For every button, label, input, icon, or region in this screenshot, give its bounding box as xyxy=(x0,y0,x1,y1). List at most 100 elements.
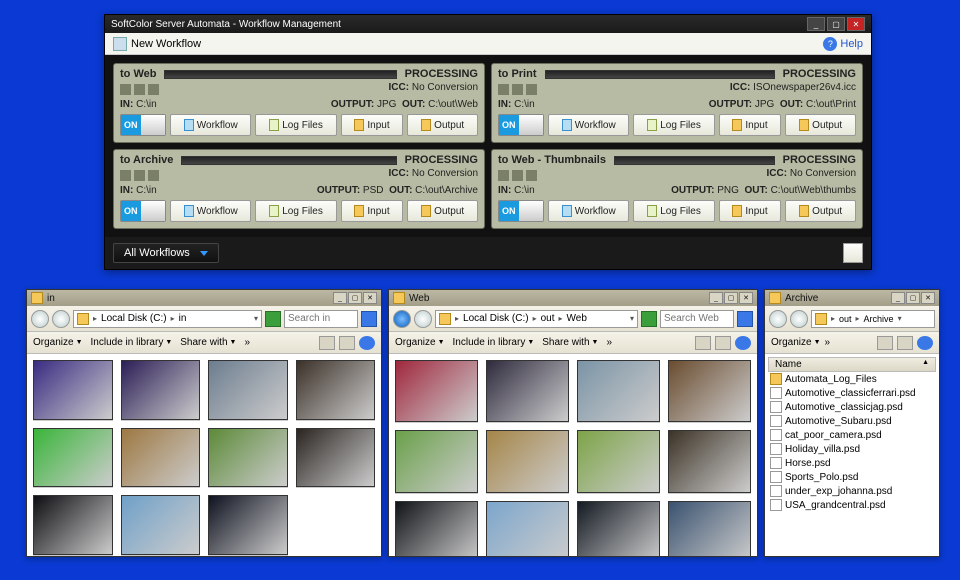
thumbnail[interactable] xyxy=(33,360,113,420)
back-button[interactable] xyxy=(31,310,49,328)
input-button[interactable]: Input xyxy=(719,114,782,136)
settings-button[interactable] xyxy=(843,243,863,263)
input-button[interactable]: Input xyxy=(341,200,404,222)
tool-icon[interactable] xyxy=(526,84,537,95)
back-button[interactable] xyxy=(393,310,411,328)
file-item[interactable]: cat_poor_camera.psd xyxy=(768,428,936,442)
thumbnail[interactable] xyxy=(33,495,113,555)
share-with-menu[interactable]: Share with▼ xyxy=(542,337,598,348)
explorer-titlebar[interactable]: in _ ▢ ✕ xyxy=(27,290,381,306)
more-menu[interactable]: » xyxy=(606,337,612,348)
more-menu[interactable]: » xyxy=(244,337,250,348)
new-workflow-button[interactable]: New Workflow xyxy=(131,38,201,50)
log-files-button[interactable]: Log Files xyxy=(255,200,336,222)
include-library-menu[interactable]: Include in library▼ xyxy=(91,337,173,348)
help-icon[interactable] xyxy=(917,336,933,350)
forward-button[interactable] xyxy=(414,310,432,328)
thumbnail[interactable] xyxy=(33,428,113,488)
refresh-button[interactable] xyxy=(641,311,657,327)
log-files-button[interactable]: Log Files xyxy=(633,200,714,222)
thumbnail[interactable] xyxy=(208,495,288,555)
help-icon[interactable] xyxy=(735,336,751,350)
titlebar[interactable]: SoftColor Server Automata - Workflow Man… xyxy=(105,15,871,33)
maximize-button[interactable]: ▢ xyxy=(906,292,920,304)
tool-icon[interactable] xyxy=(134,170,145,181)
file-area[interactable] xyxy=(27,354,381,556)
view-button[interactable] xyxy=(877,336,893,350)
thumbnail[interactable] xyxy=(486,430,569,492)
file-item[interactable]: under_exp_johanna.psd xyxy=(768,484,936,498)
more-menu[interactable]: » xyxy=(825,337,831,348)
tool-icon[interactable] xyxy=(120,170,131,181)
minimize-button[interactable]: _ xyxy=(807,17,825,31)
thumbnail[interactable] xyxy=(296,428,376,488)
thumbnail[interactable] xyxy=(486,501,569,557)
thumbnail[interactable] xyxy=(395,430,478,492)
log-files-button[interactable]: Log Files xyxy=(633,114,714,136)
tool-icon[interactable] xyxy=(512,170,523,181)
output-button[interactable]: Output xyxy=(407,114,478,136)
include-library-menu[interactable]: Include in library▼ xyxy=(453,337,535,348)
minimize-button[interactable]: _ xyxy=(709,292,723,304)
view-button[interactable] xyxy=(695,336,711,350)
search-input[interactable] xyxy=(660,310,734,328)
thumbnail[interactable] xyxy=(577,430,660,492)
back-button[interactable] xyxy=(769,310,787,328)
explorer-titlebar[interactable]: Archive _ ▢ ✕ xyxy=(765,290,939,306)
column-header[interactable]: Name▲ xyxy=(768,357,936,372)
help-icon[interactable] xyxy=(359,336,375,350)
search-input[interactable] xyxy=(284,310,358,328)
view-button[interactable] xyxy=(319,336,335,350)
thumbnail[interactable] xyxy=(296,360,376,420)
tool-icon[interactable] xyxy=(526,170,537,181)
on-off-toggle[interactable]: ON xyxy=(120,200,166,222)
output-button[interactable]: Output xyxy=(785,114,856,136)
file-item[interactable]: Automotive_classicjag.psd xyxy=(768,400,936,414)
thumbnail[interactable] xyxy=(208,428,288,488)
close-button[interactable]: ✕ xyxy=(739,292,753,304)
close-button[interactable]: ✕ xyxy=(847,17,865,31)
tool-icon[interactable] xyxy=(120,84,131,95)
file-item[interactable]: Horse.psd xyxy=(768,456,936,470)
address-bar[interactable]: ▸ Local Disk (C:) ▸ in ▾ xyxy=(73,310,262,328)
refresh-button[interactable] xyxy=(265,311,281,327)
folder-item[interactable]: Automata_Log_Files xyxy=(768,372,936,386)
tool-icon[interactable] xyxy=(498,84,509,95)
thumbnail[interactable] xyxy=(121,428,201,488)
file-item[interactable]: Automotive_classicferrari.psd xyxy=(768,386,936,400)
organize-menu[interactable]: Organize▼ xyxy=(33,337,83,348)
thumbnail[interactable] xyxy=(577,360,660,422)
log-files-button[interactable]: Log Files xyxy=(255,114,336,136)
preview-button[interactable] xyxy=(715,336,731,350)
preview-button[interactable] xyxy=(339,336,355,350)
close-button[interactable]: ✕ xyxy=(363,292,377,304)
tool-icon[interactable] xyxy=(148,84,159,95)
minimize-button[interactable]: _ xyxy=(891,292,905,304)
share-with-menu[interactable]: Share with▼ xyxy=(180,337,236,348)
tool-icon[interactable] xyxy=(134,84,145,95)
help-button[interactable]: ? Help xyxy=(823,37,863,51)
maximize-button[interactable]: ▢ xyxy=(827,17,845,31)
file-area[interactable]: Name▲ Automata_Log_FilesAutomotive_class… xyxy=(765,354,939,556)
tool-icon[interactable] xyxy=(498,170,509,181)
tool-icon[interactable] xyxy=(512,84,523,95)
address-bar[interactable]: ▸ Local Disk (C:) ▸ out ▸ Web ▾ xyxy=(435,310,638,328)
output-button[interactable]: Output xyxy=(785,200,856,222)
output-button[interactable]: Output xyxy=(407,200,478,222)
thumbnail[interactable] xyxy=(121,495,201,555)
all-workflows-dropdown[interactable]: All Workflows xyxy=(113,243,219,263)
maximize-button[interactable]: ▢ xyxy=(348,292,362,304)
workflow-button[interactable]: Workflow xyxy=(170,114,251,136)
file-item[interactable]: USA_grandcentral.psd xyxy=(768,498,936,512)
input-button[interactable]: Input xyxy=(341,114,404,136)
maximize-button[interactable]: ▢ xyxy=(724,292,738,304)
file-item[interactable]: Automotive_Subaru.psd xyxy=(768,414,936,428)
thumbnail[interactable] xyxy=(668,430,751,492)
organize-menu[interactable]: Organize▼ xyxy=(771,337,821,348)
forward-button[interactable] xyxy=(790,310,808,328)
workflow-button[interactable]: Workflow xyxy=(548,200,629,222)
explorer-titlebar[interactable]: Web _ ▢ ✕ xyxy=(389,290,757,306)
file-item[interactable]: Sports_Polo.psd xyxy=(768,470,936,484)
forward-button[interactable] xyxy=(52,310,70,328)
thumbnail[interactable] xyxy=(395,360,478,422)
